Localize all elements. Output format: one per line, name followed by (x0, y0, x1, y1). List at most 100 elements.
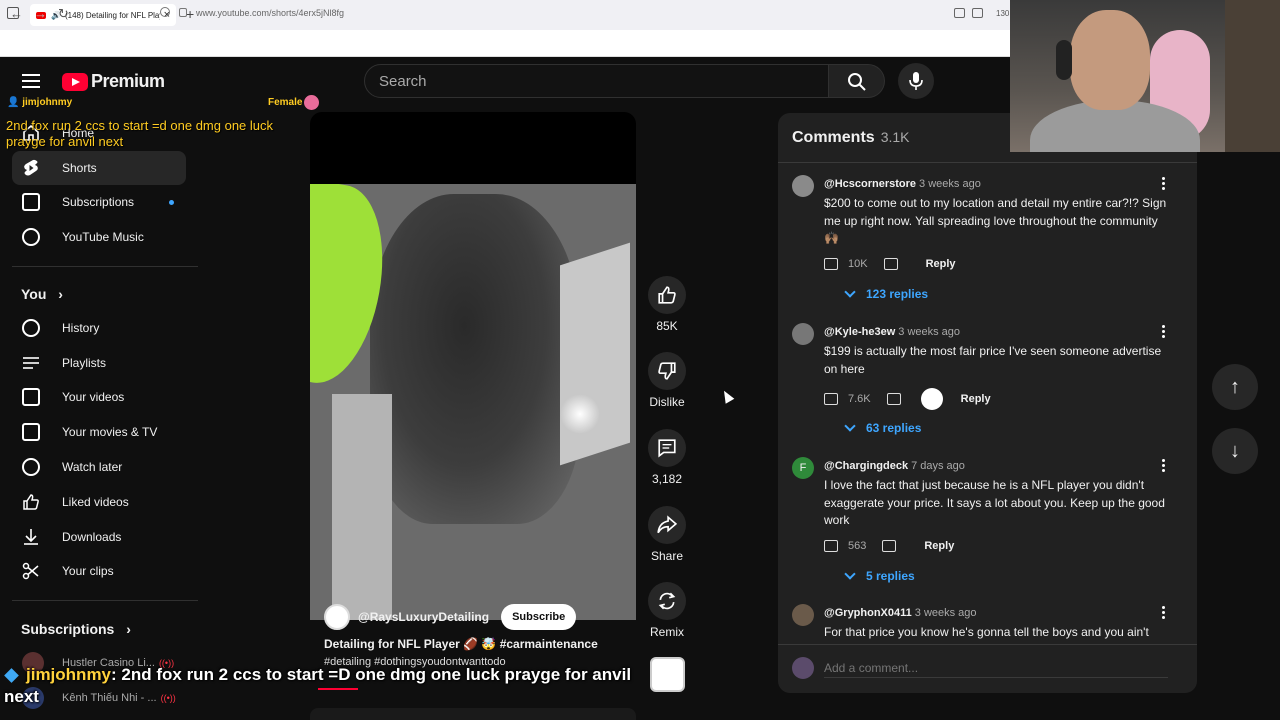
overlay-command-text: 2nd fox run 2 ccs to start =d one dmg on… (6, 118, 274, 149)
comment-time[interactable]: 3 weeks ago (919, 178, 981, 190)
comment-author[interactable]: @Hcscornerstore (824, 178, 916, 190)
youtube-logo[interactable]: Premium (62, 71, 165, 92)
channel-name[interactable]: @RaysLuxuryDetailing (358, 610, 489, 624)
view-replies-button[interactable]: 123 replies (844, 286, 928, 301)
zoom-level[interactable]: 130 (996, 9, 1009, 18)
reply-button[interactable]: Reply (961, 393, 991, 405)
history-icon (22, 319, 40, 337)
lock-icon[interactable] (179, 8, 187, 17)
comment-author[interactable]: @Kyle-he3ew (824, 326, 895, 338)
sidebar-item-label: History (62, 321, 100, 335)
reply-button[interactable]: Reply (926, 258, 956, 270)
dislike-button[interactable] (648, 352, 686, 390)
sidebar-subscriptions-heading[interactable]: Subscriptions › (21, 621, 131, 637)
dislike-comment-icon[interactable] (883, 258, 898, 270)
comment-meta: @Hcscornerstore 3 weeks ago (824, 178, 981, 190)
previous-short-button[interactable]: ↑ (1212, 364, 1258, 410)
search-input[interactable]: Search (364, 64, 829, 98)
comments-total: 3.1K (880, 129, 910, 145)
add-comment-input[interactable] (824, 658, 1168, 678)
comment-meta: @GryphonX0411 3 weeks ago (824, 607, 977, 619)
like-comment-icon[interactable] (824, 540, 838, 552)
browser-tab[interactable]: 🔊 (148) Detailing for NFL Play × (30, 4, 176, 26)
like-button[interactable] (648, 276, 686, 314)
more-options-icon[interactable] (1162, 325, 1166, 340)
video-title: Detailing for NFL Player 🏈 🤯 #carmainten… (324, 637, 598, 651)
sidebar-item-label: Your movies & TV (62, 425, 158, 439)
sidebar-item-liked-videos[interactable]: Liked videos (12, 485, 186, 519)
comment-author[interactable]: @GryphonX0411 (824, 607, 912, 619)
sidebar-item-subscriptions[interactable]: Subscriptions (12, 185, 186, 219)
share-action: Share (648, 506, 686, 563)
comment-avatar[interactable] (792, 323, 814, 345)
reply-button[interactable]: Reply (924, 540, 954, 552)
subscribe-button[interactable]: Subscribe (501, 604, 577, 630)
sidebar-item-shorts[interactable]: Shorts (12, 151, 186, 185)
sidebar-item-label: Downloads (62, 530, 122, 544)
comment-meta: @Kyle-he3ew 3 weeks ago (824, 326, 960, 338)
thumbs-up-icon (22, 493, 40, 511)
remix-button[interactable] (648, 582, 686, 620)
more-options-icon[interactable] (1162, 177, 1166, 192)
reload-icon[interactable]: ↻ (58, 6, 69, 22)
shorts-video-player[interactable] (310, 184, 636, 620)
sidebar-item-your-clips[interactable]: Your clips (12, 554, 186, 588)
chat-message: : 2nd fox run 2 ccs to start =D one dmg … (111, 665, 632, 684)
menu-icon[interactable] (22, 74, 40, 92)
comment-author[interactable]: @Chargingdeck (824, 460, 908, 472)
sidebar-item-your-videos[interactable]: Your videos (12, 380, 186, 414)
comment-text: For that price you know he's gonna tell … (824, 625, 1149, 639)
sidebar-item-youtube-music[interactable]: YouTube Music (12, 220, 186, 254)
next-short-button[interactable]: ↓ (1212, 428, 1258, 474)
share-icon (657, 515, 677, 534)
new-tab-icon[interactable]: + (186, 6, 194, 22)
comment-time[interactable]: 3 weeks ago (898, 326, 960, 338)
shield-icon[interactable] (160, 7, 170, 17)
heart-icon (304, 95, 319, 110)
chevron-down-icon (844, 286, 856, 298)
microphone-icon (909, 72, 923, 90)
forward-icon[interactable]: → (34, 6, 47, 21)
dislike-comment-icon[interactable] (886, 393, 901, 405)
address-bar[interactable]: www.youtube.com/shorts/4erx5jNl8fg (196, 8, 344, 18)
comment-text: I love the fact that just because he is … (824, 478, 1165, 527)
view-replies-button[interactable]: 5 replies (844, 568, 915, 583)
sidebar-item-downloads[interactable]: Downloads (12, 520, 186, 554)
sidebar-item-watch-later[interactable]: Watch later (12, 450, 186, 484)
comment-avatar[interactable] (792, 604, 814, 626)
sidebar-divider (12, 600, 198, 601)
like-comment-icon[interactable] (824, 258, 838, 270)
sidebar-item-playlists[interactable]: Playlists (12, 346, 186, 380)
audio-source-thumbnail[interactable] (650, 657, 685, 692)
mouse-cursor (719, 388, 735, 404)
remix-action: Remix (648, 582, 686, 639)
comment-time[interactable]: 7 days ago (911, 460, 965, 472)
comments-count: 3,182 (651, 472, 683, 486)
picture-in-picture-icon[interactable] (954, 8, 965, 18)
voice-search-button[interactable] (898, 63, 934, 99)
chevron-right-icon: › (126, 621, 131, 637)
dislike-comment-icon[interactable] (882, 540, 897, 552)
sidebar-you-heading[interactable]: You › (21, 286, 63, 302)
view-replies-button[interactable]: 63 replies (844, 420, 921, 435)
comment-time[interactable]: 3 weeks ago (915, 607, 977, 619)
sidebar-item-label: Your videos (62, 390, 125, 404)
sidebar-item-movies[interactable]: Your movies & TV (12, 415, 186, 449)
reader-view-icon[interactable] (972, 8, 983, 18)
search-button[interactable] (829, 64, 885, 98)
comment-avatar[interactable]: F (792, 457, 814, 479)
remix-icon (658, 592, 676, 610)
more-options-icon[interactable] (1162, 606, 1166, 621)
sidebar-item-history[interactable]: History (12, 311, 186, 345)
clock-icon (22, 458, 40, 476)
back-icon[interactable]: ← (10, 6, 23, 21)
chevron-down-icon (844, 420, 856, 432)
new-content-dot (169, 199, 174, 205)
video-top-area (310, 112, 636, 184)
more-options-icon[interactable] (1162, 459, 1166, 474)
channel-avatar[interactable] (324, 604, 350, 630)
comments-button[interactable] (648, 429, 686, 467)
share-button[interactable] (648, 506, 686, 544)
like-comment-icon[interactable] (824, 393, 838, 405)
comment-avatar[interactable] (792, 175, 814, 197)
